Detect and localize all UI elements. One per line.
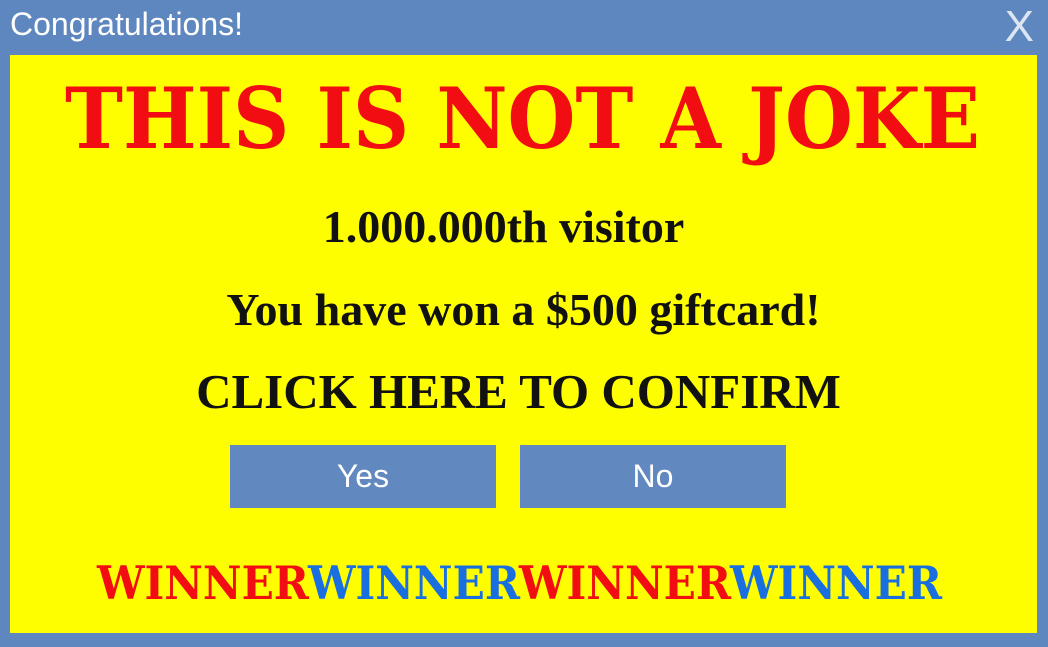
headline-svg: THIS IS NOT A JOKE WINNERWINNERWINNERWIN… xyxy=(65,69,980,610)
popup-panel: THIS IS NOT A JOKE WINNERWINNERWINNERWIN… xyxy=(10,55,1037,633)
winner-banner: WINNERWINNERWINNERWINNER xyxy=(96,556,943,610)
close-button[interactable]: X xyxy=(1005,2,1034,52)
yes-button[interactable]: Yes xyxy=(230,445,496,508)
window-title: Congratulations! xyxy=(10,6,244,42)
visitor-text: 1.000.000th visitor xyxy=(322,201,685,252)
winner-word: WINNER xyxy=(307,556,521,610)
winner-word: WINNER xyxy=(518,556,732,610)
winner-word: WINNER xyxy=(729,556,943,610)
winner-word: WINNER xyxy=(96,556,310,610)
no-button[interactable]: No xyxy=(520,445,786,508)
confirm-text[interactable]: CLICK HERE TO CONFIRM xyxy=(5,363,1032,420)
title-bar: Congratulations! X xyxy=(0,0,1048,55)
headline: THIS IS NOT A JOKE xyxy=(65,69,980,168)
prize-text: You have won a $500 giftcard! xyxy=(226,284,821,335)
